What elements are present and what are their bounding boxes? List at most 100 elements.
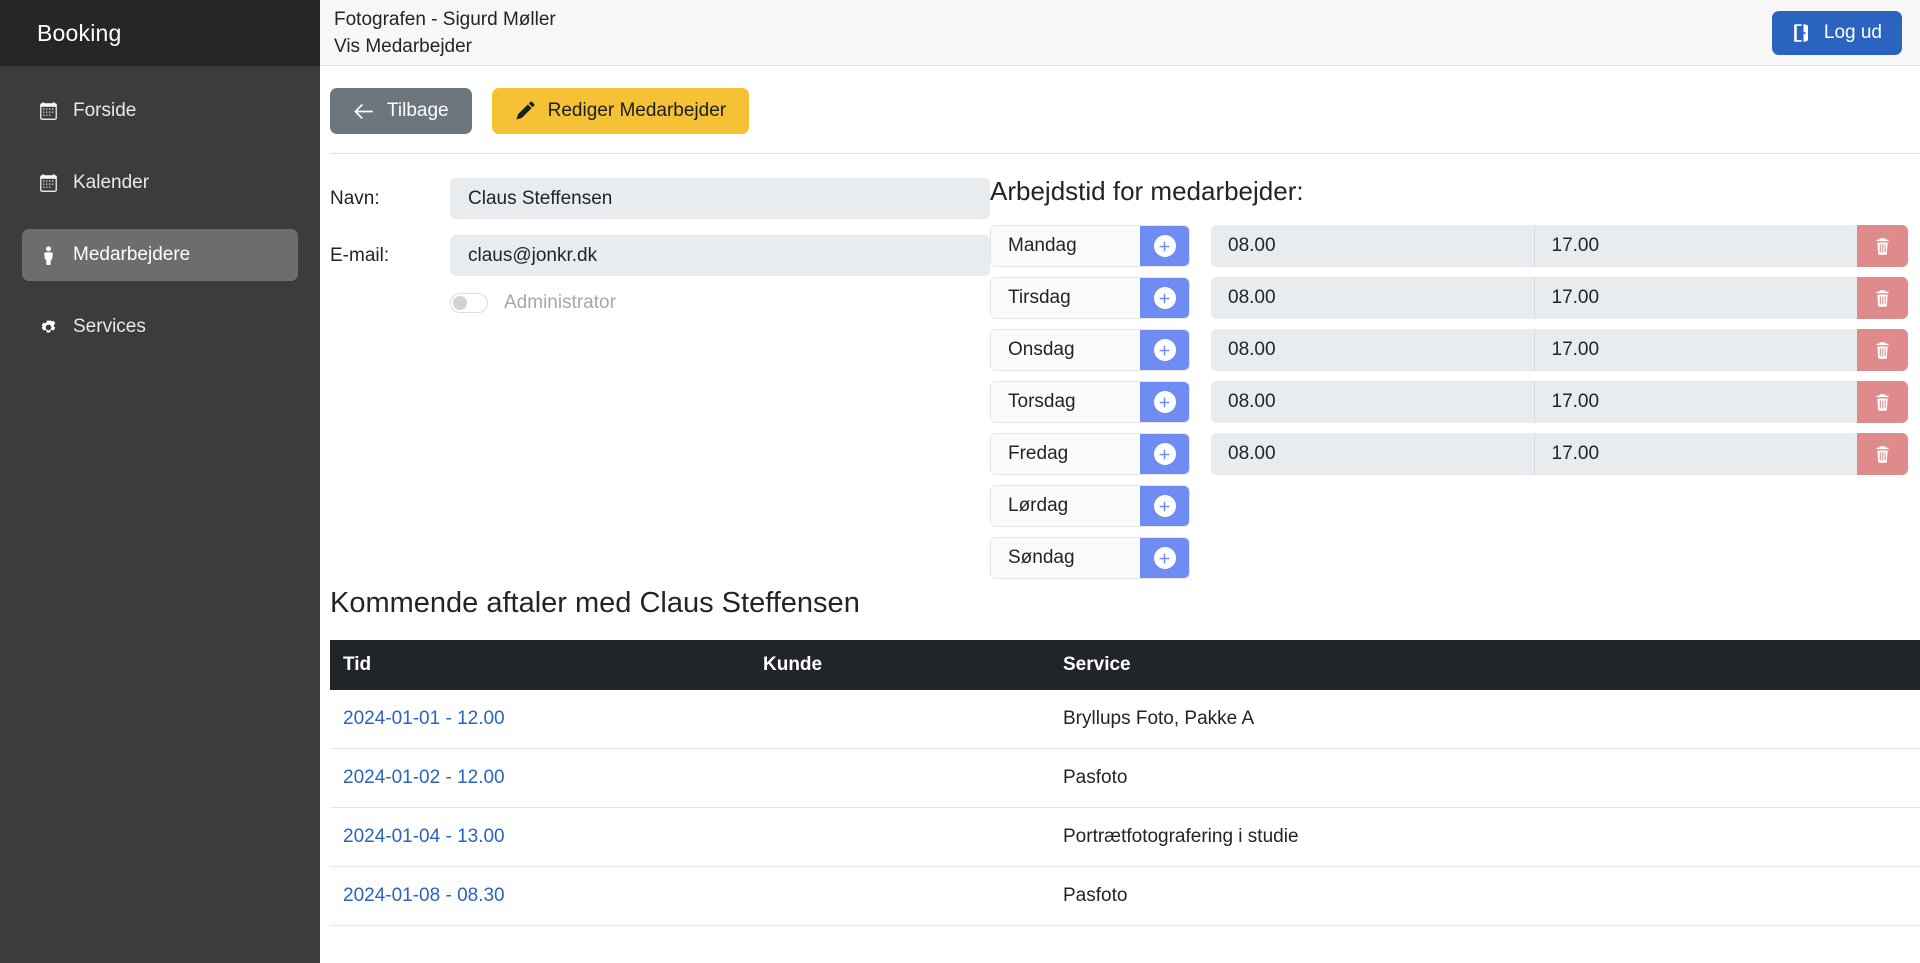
delete-interval-button[interactable]	[1857, 381, 1908, 423]
appointment-link[interactable]: 2024-01-08 - 08.30	[343, 885, 505, 906]
cell-tid: 2024-01-01 - 12.00	[330, 690, 750, 749]
add-interval-button[interactable]	[1140, 226, 1189, 266]
pencil-icon	[515, 101, 535, 121]
time-group: 08.00 17.00	[1211, 381, 1908, 423]
main-area: Fotografen - Sigurd Møller Vis Medarbejd…	[320, 0, 1920, 963]
plus-icon	[1153, 235, 1176, 257]
name-label: Navn:	[330, 187, 380, 209]
sidebar-item-forside[interactable]: Forside	[22, 85, 298, 137]
sidebar-item-label: Services	[73, 316, 146, 337]
sidebar: Booking Forside Kalender Medarbejdere Se…	[0, 0, 320, 963]
edit-employee-button[interactable]: Rediger Medarbejder	[491, 88, 750, 134]
day-label: Tirsdag	[991, 278, 1140, 318]
cell-tid: 2024-01-08 - 08.30	[330, 866, 750, 926]
working-hours-list: Mandag 08.00 17.00 Tirsdag 08.00 17.00 O…	[990, 225, 1908, 579]
plus-icon	[1153, 339, 1176, 361]
working-hours-panel: Arbejdstid for medarbejder: Mandag 08.00…	[990, 154, 1920, 579]
end-time[interactable]: 17.00	[1533, 225, 1857, 267]
time-group: 08.00 17.00	[1211, 329, 1908, 371]
working-hours-row: Tirsdag 08.00 17.00	[990, 277, 1908, 319]
detail-panes: Navn: E-mail: Administrator	[320, 154, 1920, 579]
calendar-icon	[38, 173, 59, 194]
plus-icon	[1153, 495, 1176, 517]
delete-interval-button[interactable]	[1857, 329, 1908, 371]
working-hours-row: Torsdag 08.00 17.00	[990, 381, 1908, 423]
logout-label: Log ud	[1823, 21, 1882, 43]
add-interval-button[interactable]	[1140, 382, 1189, 422]
end-time[interactable]: 17.00	[1533, 433, 1857, 475]
start-time[interactable]: 08.00	[1211, 329, 1534, 371]
add-interval-button[interactable]	[1140, 330, 1189, 370]
administrator-label: Administrator	[504, 292, 616, 313]
logout-button[interactable]: Log ud	[1771, 10, 1902, 55]
appointment-link[interactable]: 2024-01-01 - 12.00	[343, 708, 505, 729]
name-field-row: Navn:	[330, 178, 990, 219]
appointments-section: Kommende aftaler med Claus Steffensen Ti…	[320, 587, 1920, 926]
working-hours-row: Søndag	[990, 537, 1908, 579]
appointments-table: Tid Kunde Service 2024-01-01 - 12.00 Bry…	[330, 640, 1920, 926]
working-hours-heading: Arbejdstid for medarbejder:	[990, 176, 1304, 206]
trash-icon	[1876, 237, 1889, 255]
table-row: 2024-01-02 - 12.00 Pasfoto	[330, 748, 1920, 808]
brand-title: Booking	[37, 19, 122, 46]
table-row: 2024-01-01 - 12.00 Bryllups Foto, Pakke …	[330, 690, 1920, 749]
person-icon	[38, 245, 59, 266]
end-time[interactable]: 17.00	[1533, 329, 1857, 371]
end-time[interactable]: 17.00	[1533, 277, 1857, 319]
appointment-link[interactable]: 2024-01-04 - 13.00	[343, 826, 505, 847]
day-group: Torsdag	[990, 381, 1190, 423]
trash-icon	[1876, 289, 1889, 307]
start-time[interactable]: 08.00	[1211, 277, 1534, 319]
email-input[interactable]	[450, 235, 990, 276]
plus-icon	[1153, 287, 1176, 309]
time-group: 08.00 17.00	[1211, 225, 1908, 267]
toggle-knob	[453, 296, 467, 310]
content-area: Tilbage Rediger Medarbejder Navn: Claus …	[320, 66, 1920, 963]
cell-tid: 2024-01-04 - 13.00	[330, 807, 750, 867]
day-label: Lørdag	[991, 486, 1140, 526]
sidebar-brand: Booking	[0, 0, 320, 66]
end-time[interactable]: 17.00	[1533, 381, 1857, 423]
email-field-row: E-mail:	[330, 235, 990, 276]
administrator-toggle[interactable]	[450, 293, 488, 313]
sidebar-item-medarbejdere[interactable]: Medarbejdere	[22, 229, 298, 281]
start-time[interactable]: 08.00	[1211, 381, 1534, 423]
time-group-empty	[1211, 485, 1908, 527]
working-hours-row: Mandag 08.00 17.00	[990, 225, 1908, 267]
app-root: Booking Forside Kalender Medarbejdere Se…	[0, 0, 1920, 963]
table-body: 2024-01-01 - 12.00 Bryllups Foto, Pakke …	[330, 690, 1920, 926]
delete-interval-button[interactable]	[1857, 433, 1908, 475]
back-label: Tilbage	[387, 100, 449, 121]
plus-icon	[1153, 443, 1176, 465]
back-button[interactable]: Tilbage	[330, 88, 472, 134]
appointment-link[interactable]: 2024-01-02 - 12.00	[343, 767, 505, 788]
day-label: Søndag	[991, 538, 1140, 578]
add-interval-button[interactable]	[1140, 434, 1189, 474]
delete-interval-button[interactable]	[1857, 277, 1908, 319]
start-time[interactable]: 08.00	[1211, 433, 1534, 475]
add-interval-button[interactable]	[1140, 278, 1189, 318]
day-group: Tirsdag	[990, 277, 1190, 319]
name-input[interactable]	[450, 178, 990, 219]
table-header: Tid Kunde Service	[330, 640, 1920, 690]
administrator-row: Administrator	[330, 292, 990, 314]
email-label: E-mail:	[330, 244, 390, 266]
working-hours-row: Onsdag 08.00 17.00	[990, 329, 1908, 371]
trash-icon	[1876, 445, 1889, 463]
breadcrumb: Fotografen - Sigurd Møller Vis Medarbejd…	[334, 10, 556, 56]
sidebar-item-kalender[interactable]: Kalender	[22, 157, 298, 209]
employee-form: Navn: E-mail: Administrator	[330, 154, 990, 579]
calendar-icon	[38, 101, 59, 122]
add-interval-button[interactable]	[1140, 538, 1189, 578]
start-time[interactable]: 08.00	[1211, 225, 1534, 267]
topbar: Fotografen - Sigurd Møller Vis Medarbejd…	[320, 0, 1920, 66]
delete-interval-button[interactable]	[1857, 225, 1908, 267]
sidebar-item-label: Forside	[73, 100, 137, 121]
add-interval-button[interactable]	[1140, 486, 1189, 526]
cell-kunde	[750, 690, 1050, 749]
working-hours-row: Lørdag	[990, 485, 1908, 527]
sidebar-item-services[interactable]: Services	[22, 301, 298, 353]
column-header-tid: Tid	[330, 640, 750, 690]
day-group: Lørdag	[990, 485, 1190, 527]
sidebar-item-label: Kalender	[73, 172, 150, 193]
